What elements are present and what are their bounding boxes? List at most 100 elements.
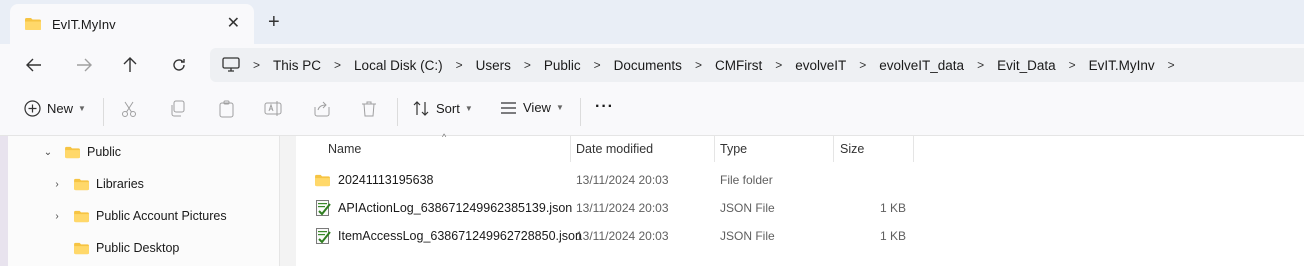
divider <box>103 98 104 126</box>
file-date: 13/11/2024 20:03 <box>576 229 669 243</box>
chevron-right-icon[interactable]: > <box>334 58 341 72</box>
divider <box>580 98 581 126</box>
column-header-date-modified[interactable]: Date modified <box>576 136 653 162</box>
chevron-right-icon[interactable]: > <box>524 58 531 72</box>
nav-item-label: Public Account Pictures <box>96 209 227 223</box>
tab-title: EvIT.MyInv <box>52 16 116 32</box>
file-size: 1 KB <box>879 229 906 243</box>
chevron-right-icon[interactable]: > <box>1168 58 1175 72</box>
tab-evit-myinv[interactable]: EvIT.MyInv ✕ <box>10 4 254 44</box>
column-header-type[interactable]: Type <box>720 136 747 162</box>
copy-button[interactable] <box>169 100 186 117</box>
breadcrumb-this-pc[interactable]: This PC <box>273 58 321 73</box>
folder-icon <box>314 174 331 187</box>
folder-icon <box>24 17 42 31</box>
sort-icon <box>413 101 429 116</box>
json-file-icon <box>315 228 331 245</box>
file-type: JSON File <box>720 201 775 215</box>
file-row[interactable]: APIActionLog_638671249962385139.json 13/… <box>310 194 1290 222</box>
plus-circle-icon <box>24 100 41 117</box>
share-icon <box>314 101 330 117</box>
folder-icon <box>73 210 90 223</box>
clipboard-icon <box>219 100 234 118</box>
folder-icon <box>64 146 81 159</box>
chevron-right-icon[interactable]: > <box>456 58 463 72</box>
address-bar[interactable]: > This PC > Local Disk (C:) > Users > Pu… <box>210 48 1304 82</box>
chevron-right-icon[interactable]: › <box>49 211 65 222</box>
chevron-down-icon[interactable]: ⌄ <box>40 147 56 158</box>
view-icon <box>501 101 516 114</box>
navigation-pane: ⌄ Public › Libraries › Public Account Pi… <box>0 136 280 266</box>
chevron-right-icon[interactable]: › <box>49 179 65 190</box>
file-size <box>840 166 906 194</box>
rename-button[interactable] <box>264 100 282 117</box>
arrow-left-icon <box>26 58 41 72</box>
nav-item-label: Public Desktop <box>96 241 180 255</box>
up-button[interactable] <box>118 54 142 76</box>
sort-button[interactable]: Sort ▼ <box>413 100 473 117</box>
breadcrumb-public[interactable]: Public <box>544 58 581 73</box>
chevron-right-icon[interactable]: > <box>977 58 984 72</box>
trash-icon <box>362 101 376 117</box>
chevron-down-icon: ▼ <box>464 104 473 113</box>
nav-item-public-account-pictures[interactable]: › Public Account Pictures <box>49 204 227 228</box>
file-name: ItemAccessLog_638671249962728850.json <box>338 229 582 243</box>
new-label: New <box>47 101 74 116</box>
back-button[interactable] <box>22 54 46 76</box>
breadcrumb-evolveit-data[interactable]: evolveIT_data <box>879 58 964 73</box>
share-button[interactable] <box>313 100 331 117</box>
paste-button[interactable] <box>218 100 235 118</box>
file-row[interactable]: 20241113195638 13/11/2024 20:03 File fol… <box>310 166 1290 194</box>
arrow-up-icon <box>123 57 137 72</box>
rename-icon <box>264 101 282 116</box>
breadcrumb-cmfirst[interactable]: CMFirst <box>715 58 762 73</box>
chevron-right-icon[interactable]: > <box>594 58 601 72</box>
file-type: JSON File <box>720 229 775 243</box>
nav-item-libraries[interactable]: › Libraries <box>49 172 144 196</box>
chevron-right-icon[interactable]: > <box>859 58 866 72</box>
file-size: 1 KB <box>879 201 906 215</box>
column-header-name[interactable]: Name <box>328 136 361 162</box>
json-file-icon <box>315 200 331 217</box>
refresh-button[interactable] <box>167 54 191 76</box>
new-tab-button[interactable]: + <box>268 12 280 32</box>
chevron-down-icon: ▼ <box>78 104 86 113</box>
breadcrumb-users[interactable]: Users <box>476 58 511 73</box>
cut-button[interactable] <box>120 100 138 118</box>
view-label: View <box>523 100 551 115</box>
file-type: File folder <box>720 173 773 187</box>
chevron-down-icon: ▼ <box>555 103 564 112</box>
folder-icon <box>73 242 90 255</box>
nav-item-label: Public <box>87 145 122 159</box>
sort-ascending-icon: ^ <box>442 132 447 142</box>
chevron-right-icon[interactable]: > <box>1069 58 1076 72</box>
more-options-button[interactable]: ··· <box>595 98 614 116</box>
forward-button[interactable] <box>72 54 96 76</box>
new-button[interactable]: New ▼ <box>24 100 86 117</box>
chevron-right-icon[interactable]: > <box>695 58 702 72</box>
column-header-size[interactable]: Size <box>840 136 864 162</box>
file-row[interactable]: ItemAccessLog_638671249962728850.json 13… <box>310 222 1290 250</box>
nav-item-public[interactable]: ⌄ Public <box>40 140 121 164</box>
close-tab-button[interactable]: ✕ <box>227 14 240 34</box>
breadcrumb-evit-myinv[interactable]: EvIT.MyInv <box>1089 58 1155 73</box>
scissors-icon <box>122 101 136 117</box>
file-name: 20241113195638 <box>338 173 434 187</box>
address-row: > This PC > Local Disk (C:) > Users > Pu… <box>0 44 1304 86</box>
file-date: 13/11/2024 20:03 <box>576 201 669 215</box>
chevron-right-icon[interactable]: > <box>775 58 782 72</box>
file-date: 13/11/2024 20:03 <box>576 173 669 187</box>
breadcrumb-evit-data[interactable]: Evit_Data <box>997 58 1056 73</box>
refresh-icon <box>173 59 185 71</box>
breadcrumb-evolveit[interactable]: evolveIT <box>795 58 846 73</box>
view-button[interactable]: View ▼ <box>500 100 564 115</box>
breadcrumb-documents[interactable]: Documents <box>614 58 682 73</box>
arrow-right-icon <box>77 58 92 72</box>
command-bar: New ▼ Sort ▼ View ▼ ··· <box>0 86 1304 136</box>
chevron-right-icon: > <box>253 58 261 72</box>
divider <box>397 98 398 126</box>
breadcrumb-local-disk[interactable]: Local Disk (C:) <box>354 58 443 73</box>
delete-button[interactable] <box>361 100 377 118</box>
nav-item-public-desktop[interactable]: Public Desktop <box>49 236 179 260</box>
nav-item-label: Libraries <box>96 177 144 191</box>
